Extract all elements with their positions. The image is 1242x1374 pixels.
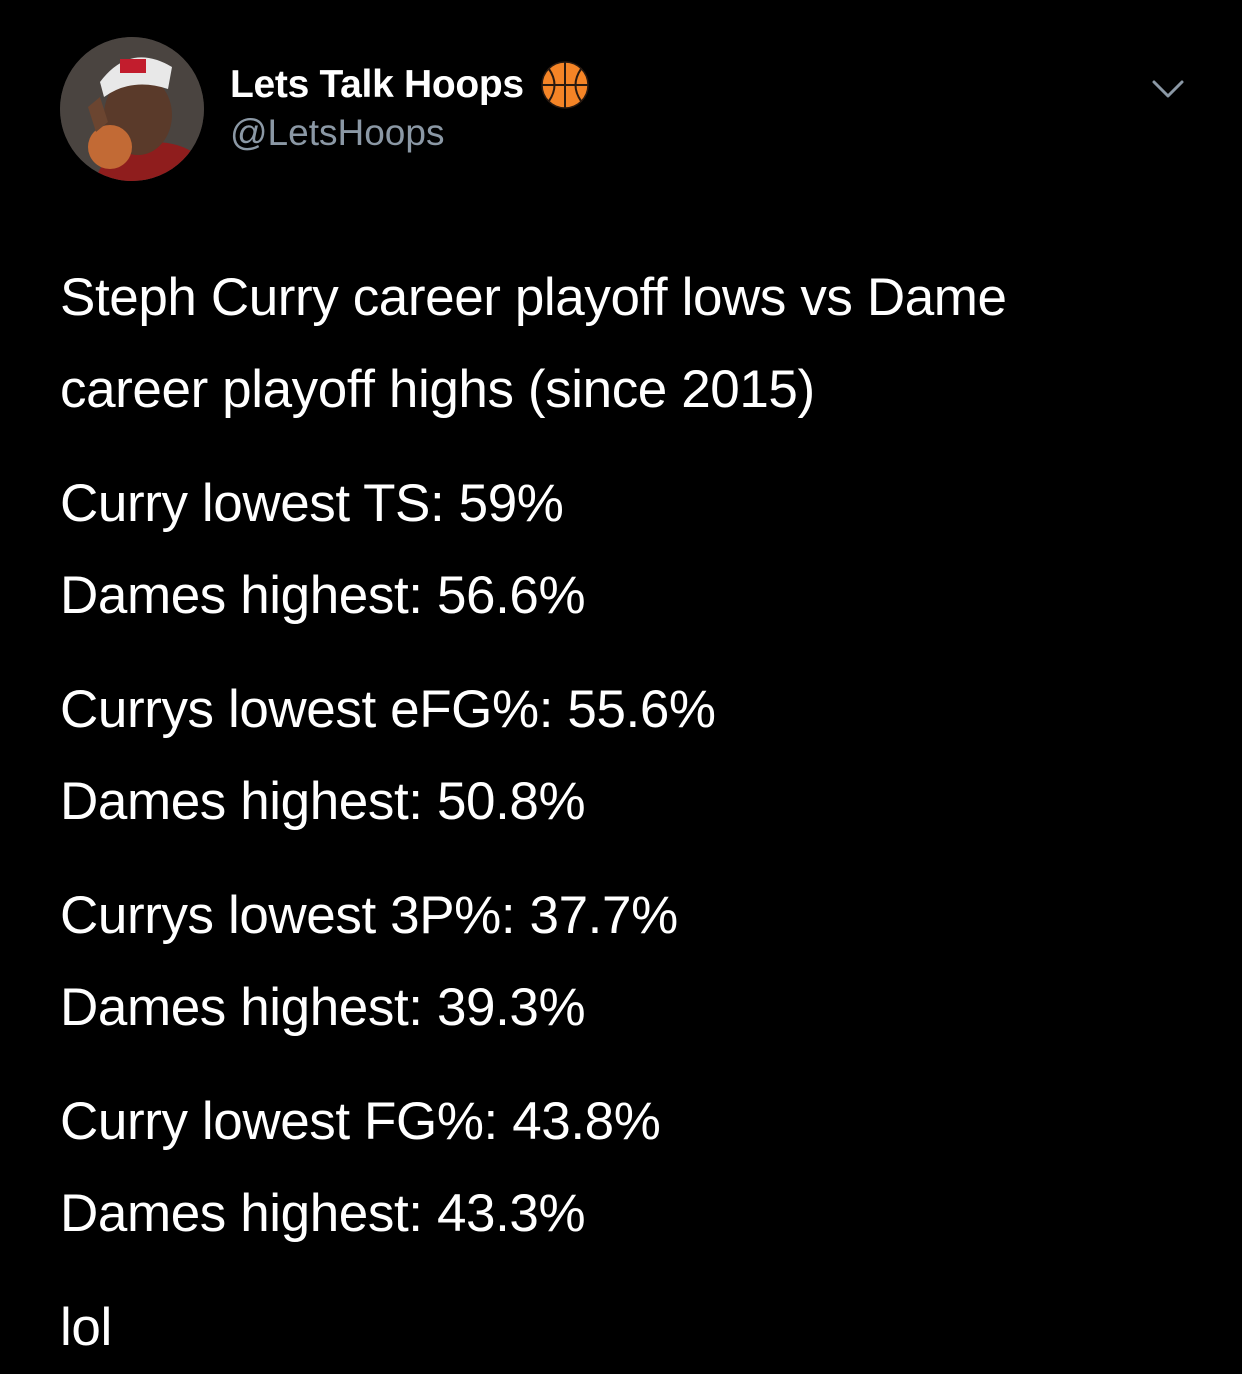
basketball-icon — [541, 61, 589, 109]
curry-stat-line: Currys lowest eFG%: 55.6% — [60, 680, 716, 739]
curry-stat-line: Currys lowest 3P%: 37.7% — [60, 886, 678, 945]
tweet-intro: Steph Curry career playoff lows vs Dame … — [60, 252, 1200, 436]
intro-line-1: Steph Curry career playoff lows vs Dame — [60, 268, 1007, 327]
display-name[interactable]: Lets Talk Hoops — [230, 63, 524, 107]
chevron-down-icon[interactable] — [1148, 68, 1188, 108]
curry-stat-line: Curry lowest FG%: 43.8% — [60, 1092, 661, 1151]
stat-block-fg: Curry lowest FG%: 43.8% Dames highest: 4… — [60, 1076, 1200, 1260]
handle[interactable]: @LetsHoops — [230, 112, 590, 154]
tweet: Lets Talk Hoops @LetsHoops Steph Curry c… — [0, 0, 1242, 1359]
stat-block-efg: Currys lowest eFG%: 55.6% Dames highest:… — [60, 664, 1200, 848]
tweet-text: Steph Curry career playoff lows vs Dame … — [60, 252, 1200, 1374]
dame-stat-line: Dames highest: 50.8% — [60, 772, 586, 831]
stat-block-3p: Currys lowest 3P%: 37.7% Dames highest: … — [60, 870, 1200, 1054]
dame-stat-line: Dames highest: 39.3% — [60, 978, 586, 1037]
author-block: Lets Talk Hoops @LetsHoops — [230, 58, 590, 154]
dame-stat-line: Dames highest: 56.6% — [60, 566, 586, 625]
intro-line-2: career playoff highs (since 2015) — [60, 360, 815, 419]
curry-stat-line: Curry lowest TS: 59% — [60, 474, 564, 533]
closing-line: lol — [60, 1298, 112, 1357]
dame-stat-line: Dames highest: 43.3% — [60, 1184, 586, 1243]
avatar[interactable] — [60, 37, 204, 181]
stat-block-ts: Curry lowest TS: 59% Dames highest: 56.6… — [60, 458, 1200, 642]
tweet-closing: lol — [60, 1282, 1200, 1374]
name-row: Lets Talk Hoops — [230, 58, 590, 112]
avatar-image — [60, 37, 204, 181]
